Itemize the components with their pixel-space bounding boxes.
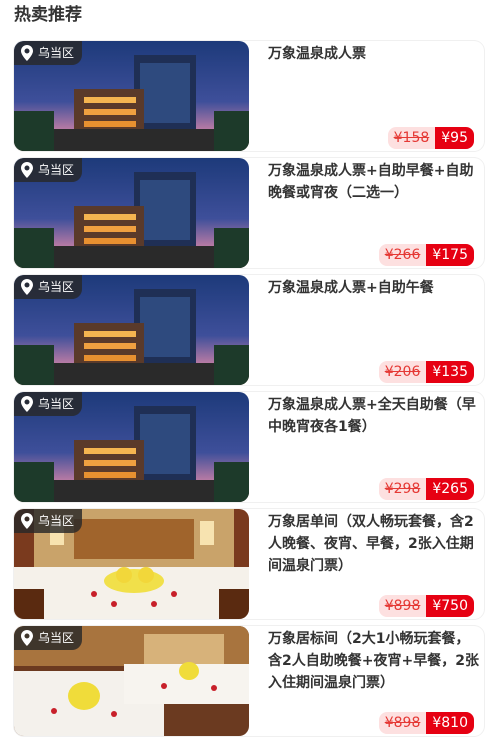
location-label: 乌当区 <box>38 397 75 411</box>
location-badge: 乌当区 <box>14 509 83 533</box>
location-pin-icon <box>20 162 34 178</box>
location-label: 乌当区 <box>38 514 75 528</box>
hotel-room-twin-image: 乌当区 <box>14 626 249 736</box>
location-badge: 乌当区 <box>14 41 83 65</box>
sale-price: ¥810 <box>426 712 474 734</box>
sale-price: ¥265 <box>426 478 474 500</box>
hotel-exterior-image: 乌当区 <box>14 41 249 151</box>
page: 热卖推荐 乌当区 万象温泉成人票 ¥158 ¥95 乌当区 万象温泉成人票+自助… <box>0 0 498 746</box>
product-title: 万象居标间（2大1小畅玩套餐，含2人自助晚餐+夜宵+早餐，2张入住期间温泉门票） <box>268 631 479 691</box>
sale-price: ¥135 <box>426 361 474 383</box>
sale-price: ¥95 <box>435 127 474 149</box>
hotel-exterior-image: 乌当区 <box>14 158 249 268</box>
location-label: 乌当区 <box>38 631 75 645</box>
product-card[interactable]: 乌当区 万象居标间（2大1小畅玩套餐，含2人自助晚餐+夜宵+早餐，2张入住期间温… <box>14 626 484 736</box>
location-pin-icon <box>20 630 34 646</box>
sale-price: ¥175 <box>426 244 474 266</box>
price-box: ¥298 ¥265 <box>378 478 474 500</box>
location-label: 乌当区 <box>38 163 75 177</box>
location-label: 乌当区 <box>38 280 75 294</box>
location-pin-icon <box>20 396 34 412</box>
location-pin-icon <box>20 45 34 61</box>
original-price: ¥898 <box>378 712 427 734</box>
original-price: ¥266 <box>378 244 427 266</box>
location-badge: 乌当区 <box>14 392 83 416</box>
location-badge: 乌当区 <box>14 158 83 182</box>
original-price: ¥158 <box>387 127 436 149</box>
product-card[interactable]: 乌当区 万象居单间（双人畅玩套餐，含2人晚餐、夜宵、早餐，2张入住期间温泉门票）… <box>14 509 484 619</box>
product-title: 万象温泉成人票+全天自助餐（早中晚宵夜各1餐） <box>268 397 476 435</box>
sale-price: ¥750 <box>426 595 474 617</box>
original-price: ¥206 <box>378 361 427 383</box>
location-pin-icon <box>20 279 34 295</box>
hotel-exterior-image: 乌当区 <box>14 392 249 502</box>
product-title: 万象温泉成人票+自助早餐+自助晚餐或宵夜（二选一） <box>268 163 474 201</box>
location-label: 乌当区 <box>38 46 75 60</box>
hotel-exterior-image: 乌当区 <box>14 275 249 385</box>
hotel-room-single-image: 乌当区 <box>14 509 249 619</box>
original-price: ¥298 <box>378 478 427 500</box>
price-box: ¥206 ¥135 <box>378 361 474 383</box>
product-card[interactable]: 乌当区 万象温泉成人票+自助早餐+自助晚餐或宵夜（二选一） ¥266 ¥175 <box>14 158 484 268</box>
product-card[interactable]: 乌当区 万象温泉成人票+全天自助餐（早中晚宵夜各1餐） ¥298 ¥265 <box>14 392 484 502</box>
location-badge: 乌当区 <box>14 626 83 650</box>
original-price: ¥898 <box>378 595 427 617</box>
location-badge: 乌当区 <box>14 275 83 299</box>
price-box: ¥266 ¥175 <box>378 244 474 266</box>
section-title: 热卖推荐 <box>14 5 82 25</box>
price-box: ¥898 ¥810 <box>378 712 474 734</box>
product-title: 万象居单间（双人畅玩套餐，含2人晚餐、夜宵、早餐，2张入住期间温泉门票） <box>268 514 474 574</box>
product-card[interactable]: 乌当区 万象温泉成人票 ¥158 ¥95 <box>14 41 484 151</box>
price-box: ¥158 ¥95 <box>387 127 474 149</box>
location-pin-icon <box>20 513 34 529</box>
product-title: 万象温泉成人票+自助午餐 <box>268 280 434 296</box>
product-card[interactable]: 乌当区 万象温泉成人票+自助午餐 ¥206 ¥135 <box>14 275 484 385</box>
product-title: 万象温泉成人票 <box>268 46 366 62</box>
price-box: ¥898 ¥750 <box>378 595 474 617</box>
